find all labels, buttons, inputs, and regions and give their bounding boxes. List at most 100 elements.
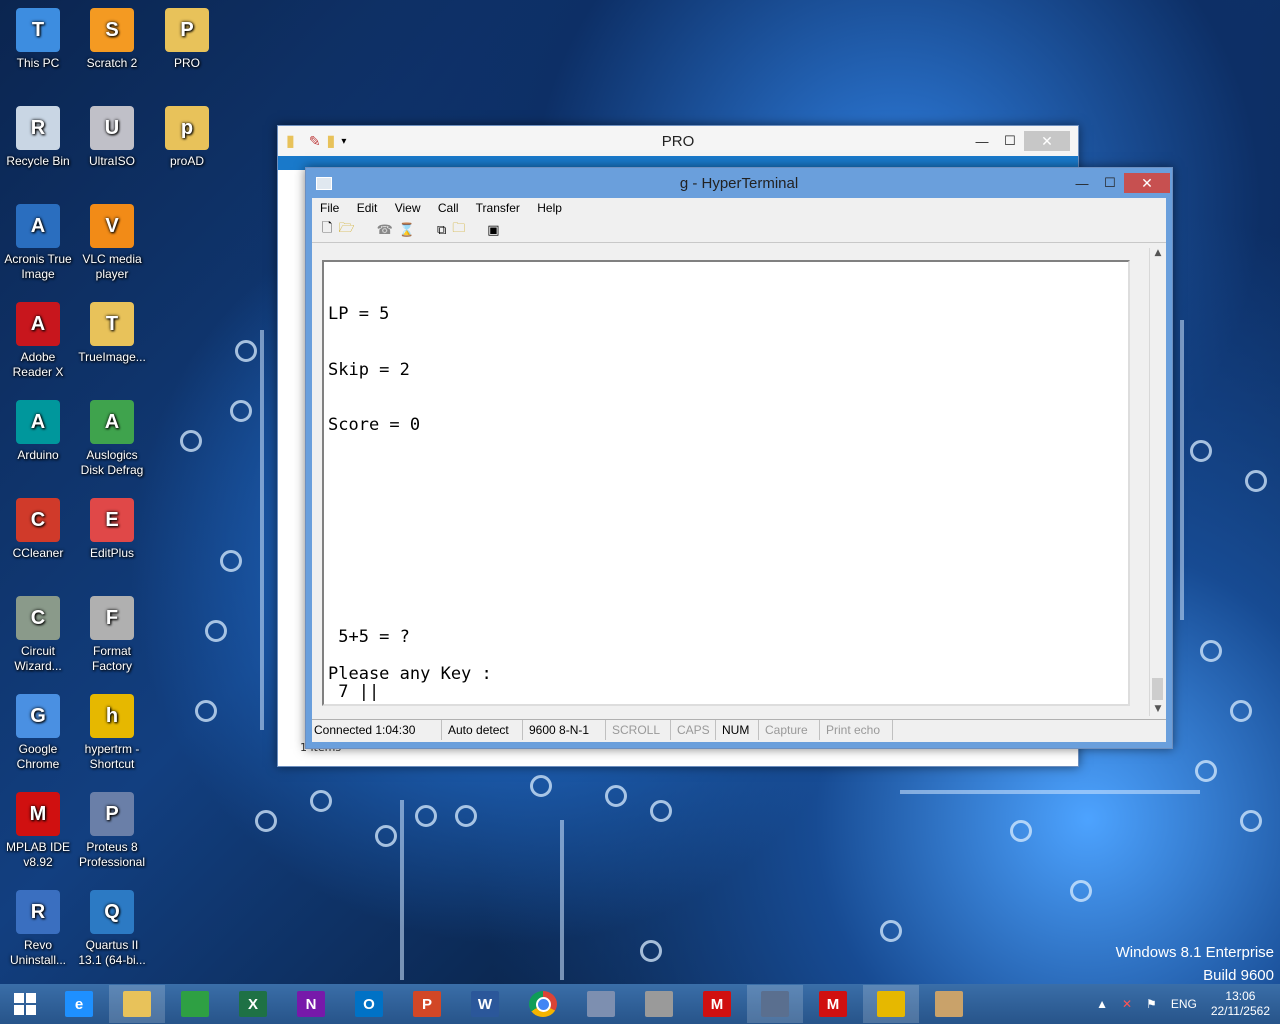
desktop-icon[interactable]: A Acronis True Image bbox=[0, 204, 76, 282]
desktop-icon[interactable]: Q Quartus II 13.1 (64-bi... bbox=[74, 890, 150, 968]
taskbar-button[interactable]: N bbox=[283, 985, 339, 1023]
hyperterminal-window[interactable]: g - HyperTerminal — ☐ ✕ File Edit View C… bbox=[305, 167, 1173, 749]
taskbar-button[interactable]: M bbox=[689, 985, 745, 1023]
format-factory-icon: F bbox=[90, 596, 134, 640]
recycle-bin-icon: R bbox=[16, 106, 60, 150]
taskbar-button[interactable]: O bbox=[341, 985, 397, 1023]
desktop-icon[interactable]: M MPLAB IDE v8.92 bbox=[0, 792, 76, 870]
desktop-icon[interactable]: T TrueImage... bbox=[74, 302, 150, 365]
terminal-line-score: Score = 0 bbox=[328, 415, 421, 435]
open-icon[interactable]: 🗁 bbox=[338, 219, 354, 241]
menu-edit[interactable]: Edit bbox=[357, 201, 378, 215]
adobe-reader-icon: A bbox=[16, 302, 60, 346]
menu-file[interactable]: File bbox=[320, 201, 339, 215]
menu-view[interactable]: View bbox=[395, 201, 421, 215]
desktop-icon-label: MPLAB IDE v8.92 bbox=[5, 840, 71, 869]
volume-muted-icon[interactable]: ✕ bbox=[1122, 997, 1132, 1011]
clock-date: 22/11/2562 bbox=[1210, 1004, 1270, 1018]
taskbar-button[interactable]: P bbox=[399, 985, 455, 1023]
send-icon[interactable]: ⧉ bbox=[437, 223, 446, 238]
folder-icon: p bbox=[165, 106, 209, 150]
desktop-icon[interactable]: A Adobe Reader X bbox=[0, 302, 76, 380]
maximize-button[interactable]: ☐ bbox=[996, 131, 1024, 151]
desktop-icon[interactable]: U UltraISO bbox=[74, 106, 150, 169]
desktop-icon[interactable]: p proAD bbox=[149, 106, 225, 169]
new-icon[interactable]: 🗋 bbox=[322, 219, 332, 241]
taskbar-button[interactable]: W bbox=[457, 985, 513, 1023]
disconnect-icon[interactable]: ☎ bbox=[377, 223, 393, 238]
close-button[interactable]: ✕ bbox=[1024, 131, 1070, 151]
taskbar-button[interactable] bbox=[1, 985, 49, 1023]
desktop-icon[interactable]: E EditPlus bbox=[74, 498, 150, 561]
vlc-cone-icon: V bbox=[90, 204, 134, 248]
taskbar-button[interactable]: e bbox=[51, 985, 107, 1023]
settings-icon[interactable]: ▣ bbox=[487, 223, 499, 238]
desktop-icon[interactable]: C CCleaner bbox=[0, 498, 76, 561]
language-indicator[interactable]: ENG bbox=[1171, 997, 1197, 1011]
desktop-icon[interactable]: V VLC media player bbox=[74, 204, 150, 282]
desktop-icon[interactable]: P PRO bbox=[149, 8, 225, 71]
menu-call[interactable]: Call bbox=[438, 201, 459, 215]
desktop-icon[interactable]: G Google Chrome bbox=[0, 694, 76, 772]
taskbar-button[interactable] bbox=[515, 985, 571, 1023]
scroll-up-icon[interactable]: ▲ bbox=[1150, 248, 1166, 258]
taskbar-button[interactable] bbox=[921, 985, 977, 1023]
desktop-icon[interactable]: S Scratch 2 bbox=[74, 8, 150, 71]
menu-help[interactable]: Help bbox=[537, 201, 562, 215]
desktop-icon[interactable]: T This PC bbox=[0, 8, 76, 71]
outlook-icon: O bbox=[355, 991, 383, 1017]
device-icon bbox=[645, 991, 673, 1017]
desktop-icon[interactable]: C Circuit Wizard... bbox=[0, 596, 76, 674]
show-hidden-icons-icon[interactable]: ▲ bbox=[1096, 997, 1108, 1011]
desktop-icon[interactable]: P Proteus 8 Professional bbox=[74, 792, 150, 870]
taskbar-button[interactable] bbox=[747, 985, 803, 1023]
menu-transfer[interactable]: Transfer bbox=[476, 201, 520, 215]
desktop-icon[interactable]: h hypertrm - Shortcut bbox=[74, 694, 150, 772]
taskbar-button[interactable]: M bbox=[805, 985, 861, 1023]
explorer-titlebar[interactable]: ▮ ✎ ▮ ▾ PRO — ☐ ✕ bbox=[278, 126, 1078, 156]
taskbar-button[interactable] bbox=[167, 985, 223, 1023]
maximize-button[interactable]: ☐ bbox=[1096, 173, 1124, 193]
status-connected: Connected 1:04:30 bbox=[312, 720, 442, 740]
scroll-thumb[interactable] bbox=[1152, 678, 1163, 700]
terminal-screen[interactable]: LP = 5 Skip = 2 Score = 0 5+5 = ? Please… bbox=[322, 260, 1130, 706]
desktop-icon[interactable]: R Recycle Bin bbox=[0, 106, 76, 169]
desktop-icon[interactable]: A Arduino bbox=[0, 400, 76, 463]
terminal-line-lp: LP = 5 bbox=[328, 304, 390, 324]
minimize-button[interactable]: — bbox=[1068, 173, 1096, 193]
hyperterminal-titlebar[interactable]: g - HyperTerminal — ☐ ✕ bbox=[306, 168, 1172, 198]
terminal-prompt: Please any Key : bbox=[328, 664, 492, 684]
mpasm-icon: M bbox=[703, 991, 731, 1017]
desktop-icon-label: Arduino bbox=[17, 448, 59, 462]
taskbar-button[interactable] bbox=[631, 985, 687, 1023]
hyperterminal-app-icon[interactable] bbox=[316, 176, 332, 190]
close-button[interactable]: ✕ bbox=[1124, 173, 1170, 193]
terminal-line-skip: Skip = 2 bbox=[328, 359, 410, 380]
circuit-wizard-icon: C bbox=[16, 596, 60, 640]
folder-icon: P bbox=[165, 8, 209, 52]
taskbar-button[interactable] bbox=[863, 985, 919, 1023]
status-caps: CAPS bbox=[671, 720, 716, 740]
taskbar-button[interactable]: X bbox=[225, 985, 281, 1023]
scroll-down-icon[interactable]: ▼ bbox=[1150, 704, 1166, 714]
status-capture: Capture bbox=[759, 720, 820, 740]
desktop-icon[interactable]: F Format Factory bbox=[74, 596, 150, 674]
desktop-icon[interactable]: A Auslogics Disk Defrag bbox=[74, 400, 150, 478]
desktop-icon-label: Acronis True Image bbox=[4, 252, 72, 281]
taskbar-button[interactable] bbox=[573, 985, 629, 1023]
chrome-icon: G bbox=[16, 694, 60, 738]
vertical-scrollbar[interactable]: ▲ ▼ bbox=[1149, 248, 1166, 716]
taskbar-button[interactable] bbox=[109, 985, 165, 1023]
app-icon bbox=[587, 991, 615, 1017]
desktop-icon-label: Adobe Reader X bbox=[12, 350, 64, 379]
desktop-icon[interactable]: R Revo Uninstall... bbox=[0, 890, 76, 968]
receive-icon[interactable]: 🗀 bbox=[452, 219, 465, 241]
clock[interactable]: 13:06 22/11/2562 bbox=[1211, 989, 1270, 1019]
status-settings: 9600 8-N-1 bbox=[523, 720, 606, 740]
desktop-icon-label: proAD bbox=[169, 154, 204, 168]
properties-icon[interactable]: ⌛ bbox=[399, 223, 415, 238]
action-center-icon[interactable]: ⚑ bbox=[1146, 997, 1157, 1011]
minimize-button[interactable]: — bbox=[968, 131, 996, 151]
desktop-icon-label: TrueImage... bbox=[78, 350, 146, 364]
status-scroll: SCROLL bbox=[606, 720, 671, 740]
